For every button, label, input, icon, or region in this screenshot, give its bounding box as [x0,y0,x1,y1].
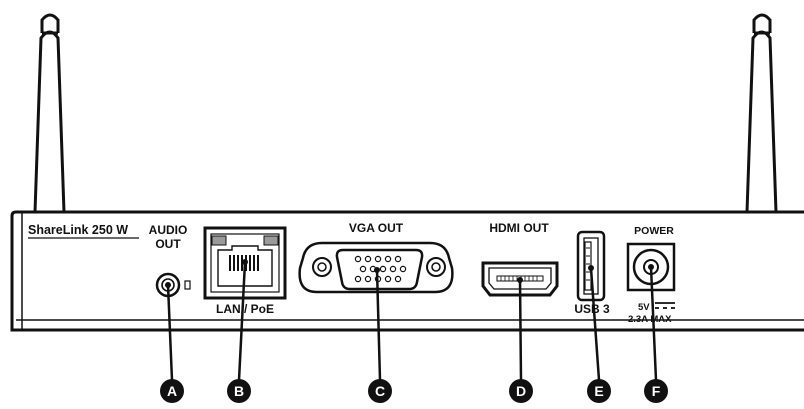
power-label: POWER [634,225,674,237]
left-antenna [33,13,66,213]
callout-b: B [227,379,251,403]
model-name: ShareLink 250 W [28,223,128,237]
lan-label: LAN / PoE [216,302,274,316]
svg-text:F: F [652,383,661,399]
svg-text:B: B [234,383,244,399]
device-rear-panel-diagram: ShareLink 250 W AUDIO OUT LAN / PoE VGA … [10,13,804,403]
callout-a: A [160,379,184,403]
callout-d: D [509,379,533,403]
callout-c: C [368,379,392,403]
svg-text:C: C [375,383,385,399]
callout-e: E [587,379,611,403]
leader-a [166,284,174,381]
svg-text:D: D [516,383,526,399]
power-spec-line1: 5V [638,302,650,313]
power-spec-line2: 2.3A MAX [628,314,672,325]
callout-f: F [644,379,668,403]
audio-label-line1: AUDIO [149,223,188,237]
svg-text:A: A [167,383,177,399]
dc-symbol-icon [655,302,675,309]
vga-label: VGA OUT [349,221,404,235]
audio-out-jack [155,272,191,298]
hdmi-label: HDMI OUT [489,221,549,235]
leader-d [518,279,523,381]
right-antenna [745,13,778,213]
usb-label: USB 3 [574,302,610,316]
audio-label-line2: OUT [155,237,181,251]
svg-text:E: E [594,383,603,399]
